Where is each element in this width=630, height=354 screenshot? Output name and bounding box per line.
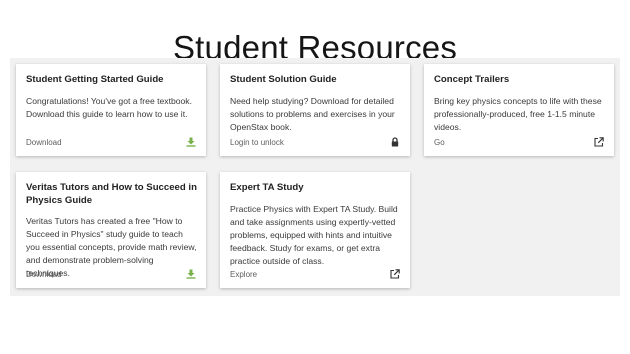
download-link[interactable]: Download — [26, 270, 62, 279]
external-link-icon[interactable] — [389, 269, 400, 280]
resource-card-expert-ta[interactable]: Expert TA Study Practice Physics with Ex… — [220, 172, 410, 288]
resources-panel: Student Getting Started Guide Congratula… — [10, 58, 620, 296]
card-title: Veritas Tutors and How to Succeed in Phy… — [26, 182, 197, 206]
card-description: Congratulations! You've got a free textb… — [26, 96, 192, 119]
resource-card-solution-guide[interactable]: Student Solution Guide Need help studyin… — [220, 64, 410, 156]
resource-card-getting-started[interactable]: Student Getting Started Guide Congratula… — [16, 64, 206, 156]
card-footer: Login to unlock — [230, 136, 400, 148]
card-title: Expert TA Study — [230, 182, 304, 193]
resource-card-veritas-tutors[interactable]: Veritas Tutors and How to Succeed in Phy… — [16, 172, 206, 288]
card-description: Bring key physics concepts to life with … — [434, 96, 602, 132]
download-icon[interactable] — [185, 269, 196, 280]
card-title: Concept Trailers — [434, 74, 510, 85]
lock-icon — [389, 137, 400, 148]
card-footer: Go — [434, 136, 604, 148]
download-link[interactable]: Download — [26, 138, 62, 147]
card-footer: Download — [26, 136, 196, 148]
card-title: Student Solution Guide — [230, 74, 337, 85]
external-link-icon[interactable] — [593, 137, 604, 148]
download-icon[interactable] — [185, 137, 196, 148]
card-footer: Download — [26, 268, 196, 280]
card-description: Practice Physics with Expert TA Study. B… — [230, 204, 398, 266]
go-link[interactable]: Go — [434, 138, 445, 147]
card-title: Student Getting Started Guide — [26, 74, 164, 85]
card-description: Need help studying? Download for detaile… — [230, 96, 395, 132]
login-to-unlock-link[interactable]: Login to unlock — [230, 138, 284, 147]
explore-link[interactable]: Explore — [230, 270, 257, 279]
resource-card-concept-trailers[interactable]: Concept Trailers Bring key physics conce… — [424, 64, 614, 156]
card-footer: Explore — [230, 268, 400, 280]
